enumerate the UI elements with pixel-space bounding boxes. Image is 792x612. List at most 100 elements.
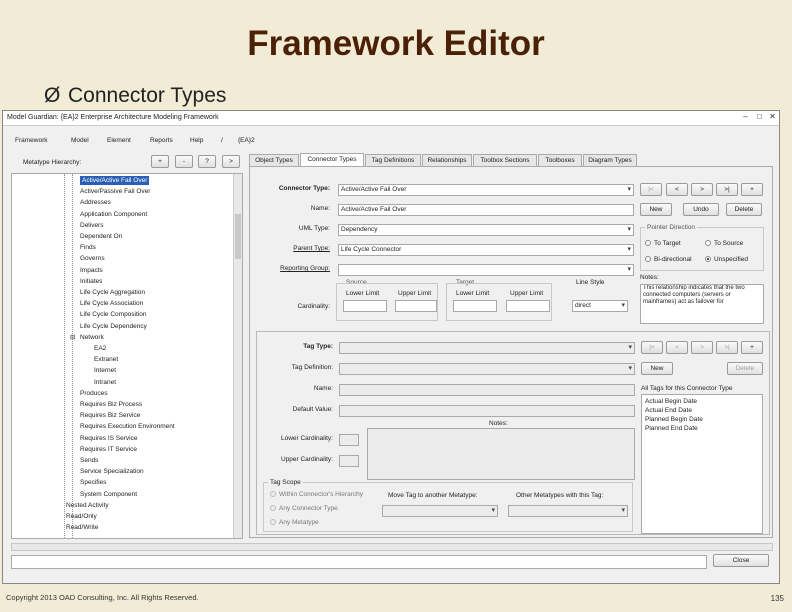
tab-tag-definitions[interactable]: Tag Definitions	[365, 154, 421, 166]
tree-item[interactable]: Impacts	[80, 266, 103, 275]
prev-connector-button[interactable]: <	[666, 183, 688, 196]
radio-icon[interactable]	[645, 256, 651, 263]
tree-item[interactable]: Nested Activity	[66, 501, 109, 510]
tree-item[interactable]: Requires IT Service	[80, 445, 137, 454]
help-metatype-button[interactable]: ?	[198, 155, 216, 168]
tree-item[interactable]: EA2	[94, 344, 106, 353]
tree-item[interactable]: Network	[80, 333, 104, 342]
last-connector-button[interactable]: >|	[716, 183, 738, 196]
connector-type-select[interactable]: Active/Active Fail Over	[338, 184, 634, 196]
tree-item[interactable]: Governs	[80, 254, 105, 263]
tree-item[interactable]: Read/Write	[66, 523, 98, 532]
scope-any-connector[interactable]: Any Connector Type	[270, 505, 338, 512]
source-upper-input[interactable]	[395, 300, 437, 312]
tree-item[interactable]: Specifies	[80, 478, 106, 487]
scope-within-hierarchy[interactable]: Within Connector's Hierarchy	[270, 491, 363, 498]
tag-list-item[interactable]: Actual Begin Date	[645, 398, 697, 405]
undo-button[interactable]: Undo	[683, 203, 719, 216]
tag-definition-select[interactable]	[339, 363, 635, 375]
tree-item[interactable]: Internet	[94, 366, 116, 375]
source-lower-input[interactable]	[343, 300, 387, 312]
tree-item[interactable]: Dependent On	[80, 232, 122, 241]
tag-type-select[interactable]	[339, 342, 635, 354]
tree-scrollbar[interactable]	[233, 174, 242, 538]
tag-notes-textarea[interactable]	[367, 428, 635, 480]
tree-item[interactable]: Delivers	[80, 221, 103, 230]
menu-ea2[interactable]: {EA}2	[238, 137, 255, 144]
new-connector-button[interactable]: New	[640, 203, 672, 216]
add-connector-button[interactable]: +	[741, 183, 763, 196]
menu-element[interactable]: Element	[107, 137, 131, 144]
tag-name-input[interactable]	[339, 384, 635, 396]
menu-model[interactable]: Model	[71, 137, 89, 144]
tab-toolboxes[interactable]: Toolboxes	[538, 154, 582, 166]
tab-object-types[interactable]: Object Types	[249, 154, 299, 166]
close-window-icon[interactable]: ✕	[768, 113, 777, 122]
tree-item[interactable]: Life Cycle Composition	[80, 310, 146, 319]
tree-item-selected[interactable]: Active/Active Fail Over	[80, 176, 150, 185]
tab-diagram-types[interactable]: Diagram Types	[583, 154, 637, 166]
close-button[interactable]: Close	[713, 554, 769, 567]
upper-cardinality-input[interactable]	[339, 455, 359, 467]
tree-item[interactable]: Application Component	[80, 210, 147, 219]
tag-list-item[interactable]: Actual End Date	[645, 407, 692, 414]
radio-icon[interactable]	[705, 240, 711, 247]
tree-item[interactable]: Produces	[80, 389, 107, 398]
remove-metatype-button[interactable]: -	[175, 155, 193, 168]
tree-item[interactable]: Life Cycle Association	[80, 299, 143, 308]
menu-reports[interactable]: Reports	[150, 137, 173, 144]
other-metatypes-select[interactable]	[508, 505, 628, 517]
tree-item[interactable]: Service Specialization	[80, 467, 144, 476]
tree-item[interactable]: Life Cycle Aggregation	[80, 288, 145, 297]
radio-selected-icon[interactable]	[705, 256, 711, 263]
collapse-node-icon[interactable]: ⊟	[70, 333, 75, 342]
delete-tag-button[interactable]: Delete	[727, 362, 763, 375]
expand-metatype-button[interactable]: >	[222, 155, 240, 168]
tab-relationships[interactable]: Relationships	[422, 154, 472, 166]
horizontal-scrollbar[interactable]	[11, 543, 773, 551]
delete-connector-button[interactable]: Delete	[726, 203, 762, 216]
tree-item[interactable]: Requires Biz Service	[80, 411, 140, 420]
first-tag-button[interactable]: |<	[641, 341, 663, 354]
tree-item[interactable]: Addresses	[80, 198, 111, 207]
next-tag-button[interactable]: >	[691, 341, 713, 354]
parent-type-select[interactable]: Life Cycle Connector	[338, 244, 634, 256]
tab-connector-types[interactable]: Connector Types	[300, 153, 364, 166]
add-metatype-button[interactable]: +	[151, 155, 169, 168]
uml-type-select[interactable]: Dependency	[338, 224, 634, 236]
tree-item[interactable]: Requires Biz Process	[80, 400, 142, 409]
move-tag-select[interactable]	[382, 505, 498, 517]
tree-item[interactable]: Read/Only	[66, 512, 97, 521]
radio-icon[interactable]	[645, 240, 651, 247]
tag-list-item[interactable]: Planned Begin Date	[645, 416, 703, 423]
tree-item[interactable]: Intranet	[94, 378, 116, 387]
connector-notes-textarea[interactable]: This relationship indicates that the two…	[640, 284, 764, 324]
metatype-tree[interactable]: Active/Active Fail Over Active/Passive Fa…	[11, 173, 243, 539]
tree-item[interactable]: Sends	[80, 456, 98, 465]
tree-scroll-thumb[interactable]	[235, 214, 241, 259]
tree-item[interactable]: Requires Execution Environment	[80, 422, 175, 431]
menu-help[interactable]: Help	[190, 137, 203, 144]
radio-icon[interactable]	[270, 519, 276, 526]
reporting-group-select[interactable]	[338, 264, 634, 276]
menu-framework[interactable]: Framework	[15, 137, 48, 144]
direction-bidirectional[interactable]: Bi-directional	[645, 256, 692, 263]
tree-item[interactable]: Life Cycle Dependency	[80, 322, 147, 331]
tag-list-item[interactable]: Planned End Date	[645, 425, 698, 432]
scope-any-metatype[interactable]: Any Metatype	[270, 519, 319, 526]
tree-item[interactable]: Requires IS Service	[80, 434, 137, 443]
default-value-input[interactable]	[339, 405, 635, 417]
maximize-icon[interactable]: □	[755, 113, 764, 122]
tree-item[interactable]: System Component	[80, 490, 137, 499]
line-style-select[interactable]: direct	[572, 300, 628, 312]
all-tags-list[interactable]: Actual Begin Date Actual End Date Planned …	[641, 394, 763, 534]
next-connector-button[interactable]: >	[691, 183, 713, 196]
first-connector-button[interactable]: |<	[640, 183, 662, 196]
radio-icon[interactable]	[270, 505, 276, 512]
name-input[interactable]: Active/Active Fail Over	[338, 204, 634, 216]
tree-item[interactable]: Extranet	[94, 355, 118, 364]
target-lower-input[interactable]	[453, 300, 497, 312]
target-upper-input[interactable]	[506, 300, 550, 312]
direction-to-source[interactable]: To Source	[705, 240, 743, 247]
radio-icon[interactable]	[270, 491, 276, 498]
